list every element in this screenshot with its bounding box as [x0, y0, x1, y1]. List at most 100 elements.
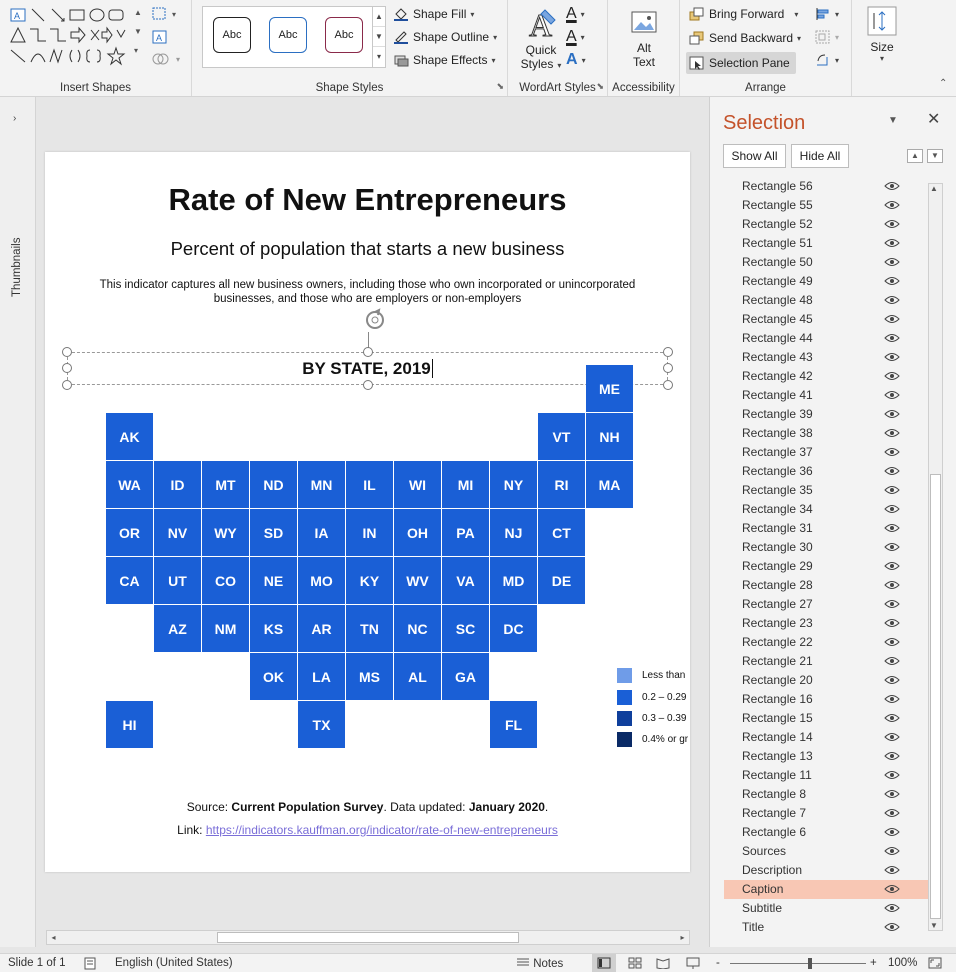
style-thumb-blue[interactable]: Abc — [269, 17, 307, 53]
styles-up-icon[interactable]: ▲ — [373, 7, 385, 27]
alt-text-button[interactable]: Alt Text — [620, 8, 668, 69]
resize-handle-l[interactable] — [62, 363, 72, 373]
visibility-eye-icon[interactable] — [884, 598, 900, 613]
visibility-eye-icon[interactable] — [884, 541, 900, 556]
hide-all-button[interactable]: Hide All — [791, 144, 849, 168]
state-tile-ny[interactable]: NY — [490, 461, 537, 508]
caption-text[interactable]: BY STATE, 2019​ — [68, 359, 667, 379]
visibility-eye-icon[interactable] — [884, 864, 900, 879]
state-tile-co[interactable]: CO — [202, 557, 249, 604]
visibility-eye-icon[interactable] — [884, 351, 900, 366]
selection-list-item[interactable]: Rectangle 14 — [724, 728, 928, 747]
state-tile-tn[interactable]: TN — [346, 605, 393, 652]
slide-sorter-button[interactable] — [628, 957, 642, 972]
state-tile-id[interactable]: ID — [154, 461, 201, 508]
legend-swatch[interactable] — [617, 690, 632, 705]
styles-down-icon[interactable]: ▼ — [373, 27, 385, 47]
text-box-icon[interactable]: A — [152, 30, 168, 47]
selection-list-item[interactable]: Rectangle 21 — [724, 652, 928, 671]
bring-forward-arrow-icon[interactable]: ▲ — [907, 149, 923, 163]
state-tile-tx[interactable]: TX — [298, 701, 345, 748]
gallery-more-icon[interactable]: ▾ — [134, 46, 138, 55]
state-tile-ia[interactable]: IA — [298, 509, 345, 556]
state-tile-ak[interactable]: AK — [106, 413, 153, 460]
state-tile-az[interactable]: AZ — [154, 605, 201, 652]
zoom-out-button[interactable]: - — [716, 957, 720, 969]
styles-more-icon[interactable]: ▾ — [373, 47, 385, 67]
state-tile-de[interactable]: DE — [538, 557, 585, 604]
shape-fill-button[interactable]: Shape Fill ▾ — [393, 7, 474, 21]
thumbnails-strip[interactable]: › Thumbnails — [0, 97, 36, 947]
resize-handle-bl[interactable] — [62, 380, 72, 390]
visibility-eye-icon[interactable] — [884, 180, 900, 195]
visibility-eye-icon[interactable] — [884, 750, 900, 765]
selection-list-item[interactable]: Rectangle 52 — [724, 215, 928, 234]
visibility-eye-icon[interactable] — [884, 237, 900, 252]
state-tile-md[interactable]: MD — [490, 557, 537, 604]
selection-list-item[interactable]: Subtitle — [724, 899, 928, 918]
selection-list-item[interactable]: Rectangle 8 — [724, 785, 928, 804]
visibility-eye-icon[interactable] — [884, 788, 900, 803]
visibility-eye-icon[interactable] — [884, 883, 900, 898]
resize-handle-t[interactable] — [363, 347, 373, 357]
state-tile-sc[interactable]: SC — [442, 605, 489, 652]
state-tile-ks[interactable]: KS — [250, 605, 297, 652]
visibility-eye-icon[interactable] — [884, 826, 900, 841]
quick-styles-button[interactable]: A Quick Styles ▾ — [518, 6, 564, 72]
legend-label[interactable]: Less than — [642, 670, 685, 681]
resize-handle-b[interactable] — [363, 380, 373, 390]
visibility-eye-icon[interactable] — [884, 294, 900, 309]
visibility-eye-icon[interactable] — [884, 655, 900, 670]
selection-list-item[interactable]: Rectangle 30 — [724, 538, 928, 557]
group-button[interactable]: ▾ — [815, 30, 845, 47]
language-status[interactable]: English (United States) — [115, 957, 233, 969]
collapse-ribbon-icon[interactable]: ⌃ — [939, 78, 947, 89]
scroll-right-icon[interactable]: ▸ — [676, 931, 689, 944]
selection-list-item[interactable]: Rectangle 15 — [724, 709, 928, 728]
selection-pane-button[interactable]: Selection Pane — [686, 52, 796, 74]
send-backward-arrow-icon[interactable]: ▼ — [927, 149, 943, 163]
visibility-eye-icon[interactable] — [884, 275, 900, 290]
selection-list-item[interactable]: Rectangle 51 — [724, 234, 928, 253]
resize-handle-tr[interactable] — [663, 347, 673, 357]
slideshow-button[interactable] — [686, 957, 700, 972]
state-tile-mi[interactable]: MI — [442, 461, 489, 508]
selection-list-item[interactable]: Caption — [724, 880, 928, 899]
visibility-eye-icon[interactable] — [884, 921, 900, 936]
visibility-eye-icon[interactable] — [884, 503, 900, 518]
state-tile-or[interactable]: OR — [106, 509, 153, 556]
visibility-eye-icon[interactable] — [884, 617, 900, 632]
selection-list-item[interactable]: Rectangle 13 — [724, 747, 928, 766]
selection-list-item[interactable]: Rectangle 48 — [724, 291, 928, 310]
slide-description[interactable]: This indicator captures all new business… — [75, 278, 660, 306]
visibility-eye-icon[interactable] — [884, 522, 900, 537]
visibility-eye-icon[interactable] — [884, 674, 900, 689]
send-backward-button[interactable]: Send Backward ▾ — [689, 31, 801, 45]
selection-list-item[interactable]: Rectangle 43 — [724, 348, 928, 367]
visibility-eye-icon[interactable] — [884, 389, 900, 404]
selection-list-item[interactable]: Rectangle 7 — [724, 804, 928, 823]
size-button[interactable]: Size ▾ — [862, 5, 902, 63]
selection-list-item[interactable]: Description — [724, 861, 928, 880]
visibility-eye-icon[interactable] — [884, 408, 900, 423]
selection-list-item[interactable]: Rectangle 23 — [724, 614, 928, 633]
selection-list-item[interactable]: Rectangle 27 — [724, 595, 928, 614]
gallery-up-icon[interactable]: ▲ — [134, 8, 142, 17]
visibility-eye-icon[interactable] — [884, 199, 900, 214]
text-effects-button[interactable]: A ▾ — [566, 51, 586, 69]
visibility-eye-icon[interactable] — [884, 484, 900, 499]
visibility-eye-icon[interactable] — [884, 579, 900, 594]
state-tile-va[interactable]: VA — [442, 557, 489, 604]
state-tile-pa[interactable]: PA — [442, 509, 489, 556]
selection-list-item[interactable]: Rectangle 45 — [724, 310, 928, 329]
scroll-up-icon[interactable]: ▲ — [930, 184, 938, 193]
selection-list-item[interactable]: Sources — [724, 842, 928, 861]
visibility-eye-icon[interactable] — [884, 332, 900, 347]
text-fill-button[interactable]: A ▾ — [566, 5, 585, 23]
selection-list-item[interactable]: Rectangle 35 — [724, 481, 928, 500]
legend-swatch[interactable] — [617, 711, 632, 726]
state-tile-ky[interactable]: KY — [346, 557, 393, 604]
state-tile-mt[interactable]: MT — [202, 461, 249, 508]
slide-subtitle[interactable]: Percent of population that starts a new … — [45, 238, 690, 260]
legend-swatch[interactable] — [617, 668, 632, 683]
